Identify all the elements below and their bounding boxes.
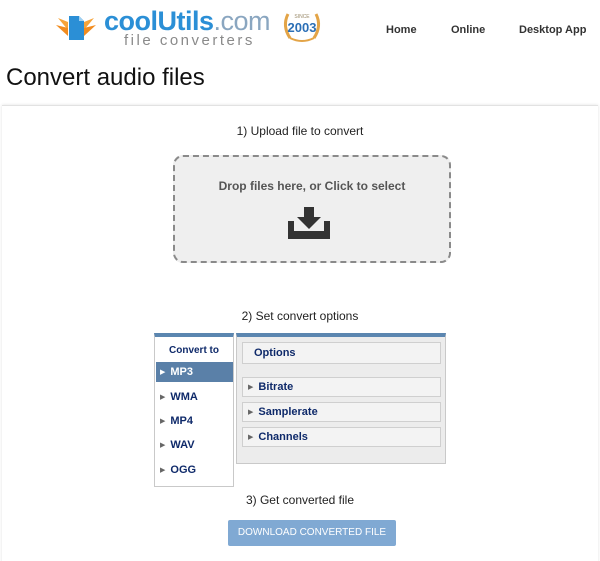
triangle-right-icon: ▶: [160, 369, 166, 376]
download-tray-icon: [288, 207, 330, 239]
option-channels[interactable]: ▶ Channels: [242, 427, 441, 447]
format-item-mp4[interactable]: ▶ MP4: [156, 411, 233, 431]
step-options-label: 2) Set convert options: [241, 309, 359, 323]
option-bitrate[interactable]: ▶ Bitrate: [242, 377, 441, 397]
logo-file-wings-icon: [56, 16, 96, 40]
triangle-right-icon: ▶: [248, 409, 254, 416]
since-year: 2003: [288, 20, 317, 35]
format-item-wma[interactable]: ▶ WMA: [156, 387, 233, 407]
format-item-mp3[interactable]: ▶ MP3: [156, 362, 233, 382]
dropzone-text: Drop files here, or Click to select: [218, 179, 406, 193]
triangle-right-icon: ▶: [160, 394, 166, 401]
convert-options-widget: Convert to ▶ MP3 ▶ WMA ▶ MP4 ▶ WAV ▶ OGG Opti…: [154, 333, 446, 487]
download-converted-file-button[interactable]: DOWNLOAD CONVERTED FILE: [228, 520, 396, 546]
triangle-right-icon: ▶: [160, 467, 166, 474]
file-dropzone[interactable]: Drop files here, or Click to select: [173, 155, 451, 263]
convert-to-list: Convert to ▶ MP3 ▶ WMA ▶ MP4 ▶ WAV ▶ OGG: [154, 333, 234, 487]
nav-desktop-app[interactable]: Desktop App: [519, 24, 586, 36]
site-header: coolUtils.com file converters SINCE 2003…: [0, 0, 600, 60]
convert-to-header: Convert to: [169, 345, 219, 356]
step-upload-label: 1) Upload file to convert: [236, 124, 364, 138]
since-2003-badge-icon: SINCE 2003: [283, 13, 321, 42]
options-header: Options: [242, 342, 441, 364]
format-item-wav[interactable]: ▶ WAV: [156, 435, 233, 455]
option-samplerate[interactable]: ▶ Samplerate: [242, 402, 441, 422]
page-title: Convert audio files: [6, 64, 205, 91]
triangle-right-icon: ▶: [248, 384, 254, 391]
triangle-right-icon: ▶: [160, 442, 166, 449]
options-panel: Options ▶ Bitrate ▶ Samplerate ▶ Channels: [236, 333, 446, 464]
format-item-ogg[interactable]: ▶ OGG: [156, 460, 233, 480]
site-logo[interactable]: coolUtils.com file converters SINCE 2003: [56, 6, 326, 49]
step-get-file-label: 3) Get converted file: [245, 493, 355, 507]
triangle-right-icon: ▶: [248, 434, 254, 441]
logo-tagline: file converters: [124, 32, 255, 49]
nav-home[interactable]: Home: [386, 24, 417, 36]
triangle-right-icon: ▶: [160, 418, 166, 425]
nav-online[interactable]: Online: [451, 24, 485, 36]
